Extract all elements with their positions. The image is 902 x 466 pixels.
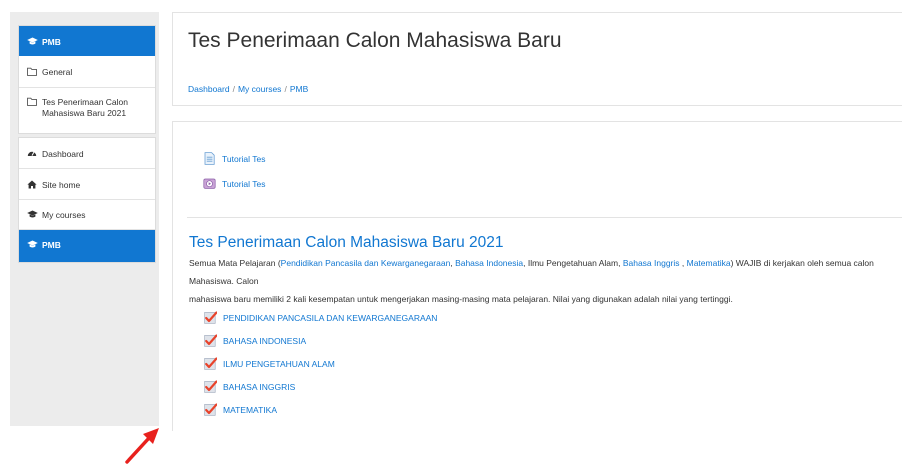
quiz-icon — [204, 357, 217, 370]
quiz-icon — [204, 334, 217, 347]
sidebar-item-label: My courses — [42, 210, 86, 220]
quiz-label: BAHASA INGGRIS — [223, 381, 296, 392]
summary-link-bahasa-indonesia[interactable]: Bahasa Indonesia — [455, 258, 523, 268]
graduation-cap-icon — [27, 210, 39, 219]
video-icon — [203, 178, 216, 189]
activity-label: Tutorial Tes — [222, 153, 266, 164]
file-icon — [204, 152, 215, 165]
sidebar-item-label: Tes Penerimaan Calon Mahasiswa Baru 2021 — [42, 97, 128, 118]
sidebar-item-dashboard[interactable]: Dashboard — [19, 138, 155, 169]
quiz-matematika[interactable]: MATEMATIKA — [204, 403, 277, 416]
course-nav-block: PMB General Tes Penerimaan Calon Mahasis… — [18, 25, 156, 134]
summary-link-matematika[interactable]: Matematika — [687, 258, 731, 268]
sidebar-item-label: Dashboard — [42, 149, 84, 159]
quiz-label: BAHASA INDONESIA — [223, 335, 307, 346]
home-icon — [27, 180, 39, 189]
breadcrumb-dashboard[interactable]: Dashboard — [188, 84, 230, 94]
breadcrumb-separator: / — [284, 84, 287, 94]
quiz-bahasa-indonesia[interactable]: BAHASA INDONESIA — [204, 334, 306, 347]
quiz-label: PENDIDIKAN PANCASILA DAN KEWARGANEGARAAN — [223, 312, 438, 323]
sidebar-item-my-courses[interactable]: My courses — [19, 200, 155, 230]
sidebar-item-pmb-course[interactable]: PMB — [19, 26, 155, 56]
section-divider — [187, 217, 902, 218]
activity-tutorial-video[interactable]: Tutorial Tes — [203, 177, 265, 190]
quiz-ppkn[interactable]: PENDIDIKAN PANCASILA DAN KEWARGANEGARAAN — [204, 311, 437, 324]
sidebar-item-label: Site home — [42, 180, 81, 190]
annotation-arrow-icon — [125, 428, 159, 464]
section-summary: Semua Mata Pelajaran (Pendidikan Pancasi… — [189, 258, 874, 304]
course-content: Tutorial Tes Tutorial Tes Tes Penerimaan… — [172, 121, 902, 431]
main-nav-block: Dashboard Site home My courses PMB — [18, 137, 156, 263]
breadcrumb-pmb[interactable]: PMB — [290, 84, 308, 94]
sidebar-item-pmb[interactable]: PMB — [19, 230, 155, 262]
quiz-icon — [204, 311, 217, 324]
sidebar-item-general[interactable]: General — [19, 56, 155, 88]
page-title: Tes Penerimaan Calon Mahasiswa Baru — [188, 29, 562, 52]
graduation-cap-icon — [27, 240, 39, 249]
folder-icon — [27, 67, 39, 76]
quiz-ipa[interactable]: ILMU PENGETAHUAN ALAM — [204, 357, 335, 370]
breadcrumb-my-courses[interactable]: My courses — [238, 84, 281, 94]
quiz-label: ILMU PENGETAHUAN ALAM — [223, 358, 335, 369]
page-header: Tes Penerimaan Calon Mahasiswa Baru Dash… — [172, 12, 902, 106]
sidebar-item-site-home[interactable]: Site home — [19, 169, 155, 200]
graduation-cap-icon — [27, 37, 39, 46]
dashboard-icon — [27, 149, 39, 157]
activity-tutorial-file[interactable]: Tutorial Tes — [203, 152, 265, 165]
sidebar-item-label: PMB — [42, 240, 61, 250]
folder-icon — [27, 97, 39, 106]
quiz-icon — [204, 403, 217, 416]
sidebar-item-label: PMB — [42, 37, 61, 47]
summary-link-bahasa-inggris[interactable]: Bahasa Inggris — [623, 258, 680, 268]
summary-link-ppkn[interactable]: Pendidikan Pancasila dan Kewarganegaraan — [281, 258, 451, 268]
breadcrumb-separator: / — [232, 84, 235, 94]
quiz-bahasa-inggris[interactable]: BAHASA INGGRIS — [204, 380, 295, 393]
quiz-label: MATEMATIKA — [223, 404, 277, 415]
section-title: Tes Penerimaan Calon Mahasiswa Baru 2021 — [189, 234, 504, 251]
sidebar-item-section-2021[interactable]: Tes Penerimaan Calon Mahasiswa Baru 2021 — [19, 88, 155, 133]
sidebar-item-label: General — [42, 67, 73, 77]
quiz-icon — [204, 380, 217, 393]
activity-label: Tutorial Tes — [222, 178, 266, 189]
breadcrumb: Dashboard / My courses / PMB — [188, 84, 308, 94]
